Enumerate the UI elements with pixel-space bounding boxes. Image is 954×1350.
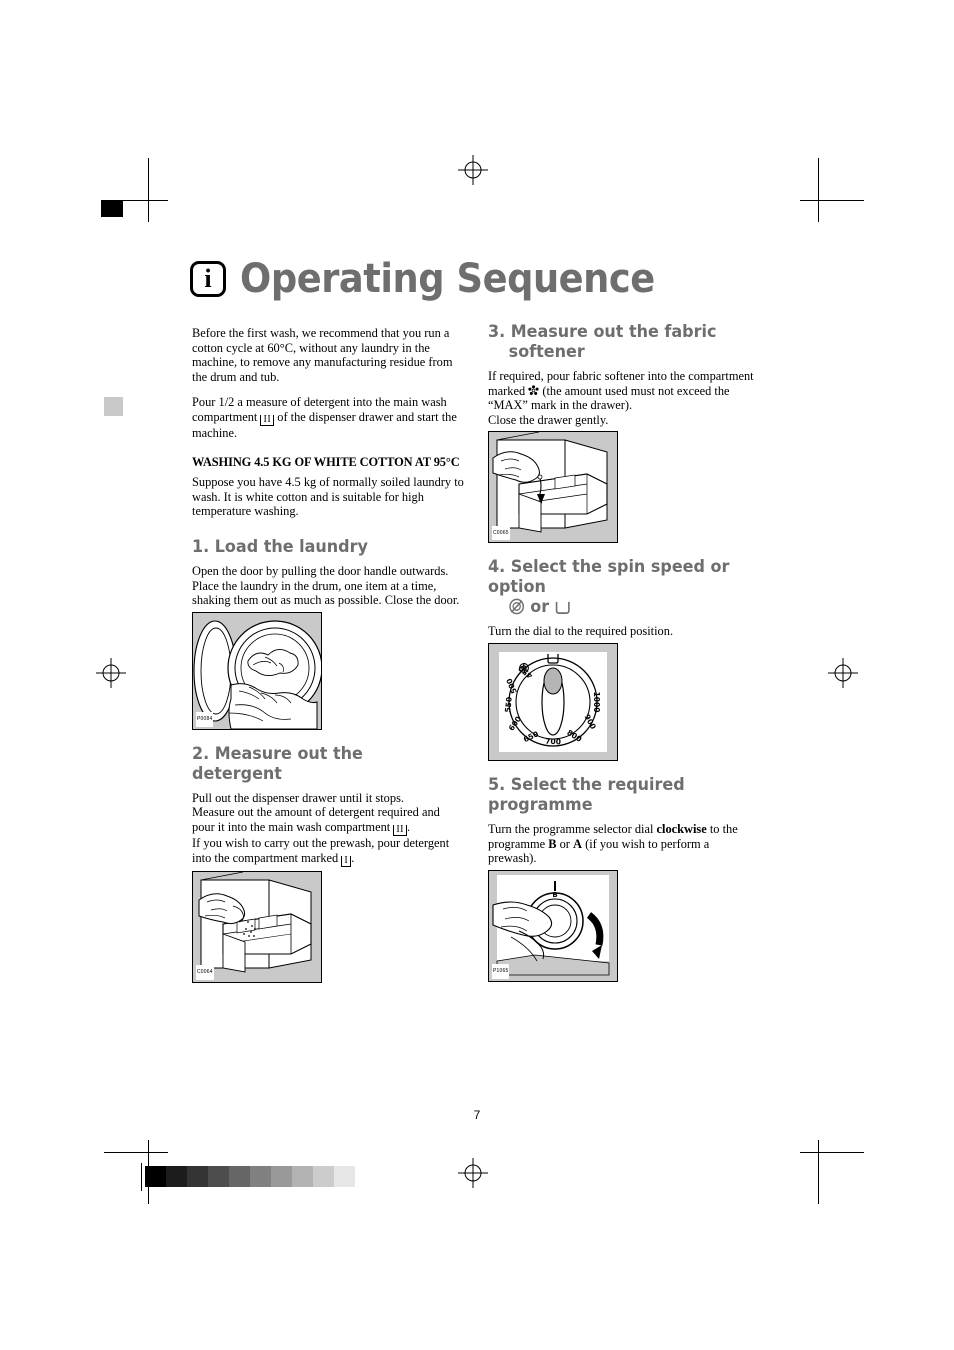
registration-block-left-margin — [104, 397, 123, 416]
step-4-heading-line-1: 4. Select the spin speed or option — [488, 557, 730, 598]
step-5-bold-clockwise: clockwise — [656, 821, 707, 836]
registration-mark-left-center — [96, 658, 126, 688]
registration-mark-top-center — [458, 155, 488, 185]
grayscale-swatch-1 — [166, 1166, 187, 1187]
no-spin-icon — [509, 599, 525, 615]
dial-label-550: 550 — [503, 696, 514, 713]
step-2-text-c: If you wish to carry out the prewash, po… — [192, 835, 450, 865]
step-2-body-1: Pull out the dispenser drawer until it s… — [192, 790, 404, 805]
detergent-drawer-illustration: C0064 — [192, 870, 322, 983]
figure-code-step-1: P0084 — [196, 712, 214, 727]
page-title-row: i Operating Sequence — [190, 256, 691, 302]
fabric-softener-flower-icon — [528, 384, 539, 395]
step-4-heading: 4. Select the spin speed or option or — [488, 557, 744, 617]
crop-mark-left-bottom — [104, 1152, 168, 1153]
registration-mark-bottom-center — [458, 1158, 488, 1188]
registration-circle — [834, 664, 852, 682]
step-2-text-b: . — [406, 819, 411, 834]
grayscale-swatch-6 — [271, 1166, 292, 1187]
dial-label-700: 700 — [545, 737, 561, 747]
page-title: Operating Sequence — [240, 256, 655, 302]
step-1-body: Open the door by pulling the door handle… — [192, 563, 460, 608]
step-2-body-3: If you wish to carry out the prewash, po… — [192, 836, 464, 867]
step-5-text-c: or — [556, 836, 574, 851]
registration-block-top-left — [101, 200, 123, 217]
step-3-heading-line-1: 3. Measure out the fabric — [488, 322, 717, 342]
grayscale-swatch-8 — [313, 1166, 334, 1187]
step-3-heading-line-2: softener — [508, 342, 585, 362]
step-4-heading-or: or — [530, 597, 550, 618]
dial-label-1000: 1000 — [592, 692, 601, 713]
right-column: 3. Measure out the fabric softener If re… — [488, 322, 760, 982]
compartment-symbol-main-wash: II — [393, 824, 407, 836]
washing-subheading: WASHING 4.5 KG OF WHITE COTTON AT 95°C — [192, 454, 460, 469]
grayscale-bar-rule — [141, 1163, 142, 1191]
registration-circle — [464, 161, 482, 179]
step-5-heading: 5. Select the required programme — [488, 774, 685, 815]
step-2-text-d: . — [351, 850, 355, 865]
step-4-heading-line-2: or — [488, 597, 571, 617]
compartment-symbol-prewash: I — [341, 855, 352, 867]
grayscale-swatch-0 — [145, 1166, 166, 1187]
step-3-body-close: Close the drawer gently. — [488, 412, 609, 427]
step-5-body: Turn the programme selector dial clockwi… — [488, 822, 760, 866]
registration-mark-right-center — [828, 658, 858, 688]
crop-mark-right-bottom — [800, 1152, 864, 1153]
info-icon: i — [190, 261, 226, 297]
grayscale-swatch-2 — [187, 1166, 208, 1187]
washing-subheading-body: Suppose you have 4.5 kg of normally soil… — [192, 475, 464, 519]
crop-mark-top-left — [148, 158, 149, 222]
registration-circle — [464, 1164, 482, 1182]
compartment-symbol-main-wash: II — [260, 414, 275, 426]
page-number: 7 — [473, 1108, 481, 1122]
programme-dial-marker: B — [552, 891, 557, 899]
fabric-softener-drawer-illustration: C0065 — [488, 431, 618, 544]
step-3-heading: 3. Measure out the fabric softener — [488, 322, 744, 362]
spin-speed-dial-drawing: 1000 900 800 700 650 600 550 500 450 — [489, 643, 617, 760]
step-1-heading: 1. Load the laundry — [192, 536, 368, 557]
figure-code-step-5: P1065 — [492, 964, 510, 979]
left-column: Before the first wash, we recommend that… — [192, 326, 464, 983]
grayscale-swatch-7 — [292, 1166, 313, 1187]
step-5-bold-a: A — [573, 836, 582, 851]
rinse-hold-icon — [555, 602, 570, 615]
figure-code-step-3: C0065 — [492, 525, 510, 541]
crop-mark-bottom-right — [818, 1140, 819, 1204]
step-2-heading: 2. Measure out the detergent — [192, 743, 363, 784]
intro-paragraph-2: Pour 1/2 a measure of detergent into the… — [192, 395, 464, 440]
step-4-body: Turn the dial to the required position. — [488, 624, 674, 639]
grayscale-swatch-4 — [229, 1166, 250, 1187]
loading-laundry-illustration: P0084 — [192, 611, 322, 730]
programme-selector-illustration: B P1065 — [488, 869, 618, 982]
crop-mark-right-top — [800, 200, 864, 201]
grayscale-calibration-bar — [145, 1166, 355, 1187]
info-icon-glyph: i — [204, 264, 212, 293]
intro-paragraph-1: Before the first wash, we recommend that… — [192, 326, 453, 384]
grayscale-swatch-9 — [334, 1166, 355, 1187]
crop-mark-top-right — [818, 158, 819, 222]
grayscale-swatch-5 — [250, 1166, 271, 1187]
registration-circle — [102, 664, 120, 682]
grayscale-swatch-3 — [208, 1166, 229, 1187]
step-5-text-a: Turn the programme selector dial — [488, 821, 657, 836]
figure-code-step-2: C0064 — [196, 964, 214, 980]
step-3-body: If required, pour fabric softener into t… — [488, 369, 760, 413]
manual-page: i Operating Sequence Before the first wa… — [0, 0, 954, 1350]
step-2-body-2: Measure out the amount of detergent requ… — [192, 805, 464, 836]
spin-speed-dial-illustration: 1000 900 800 700 650 600 550 500 450 — [488, 642, 618, 761]
